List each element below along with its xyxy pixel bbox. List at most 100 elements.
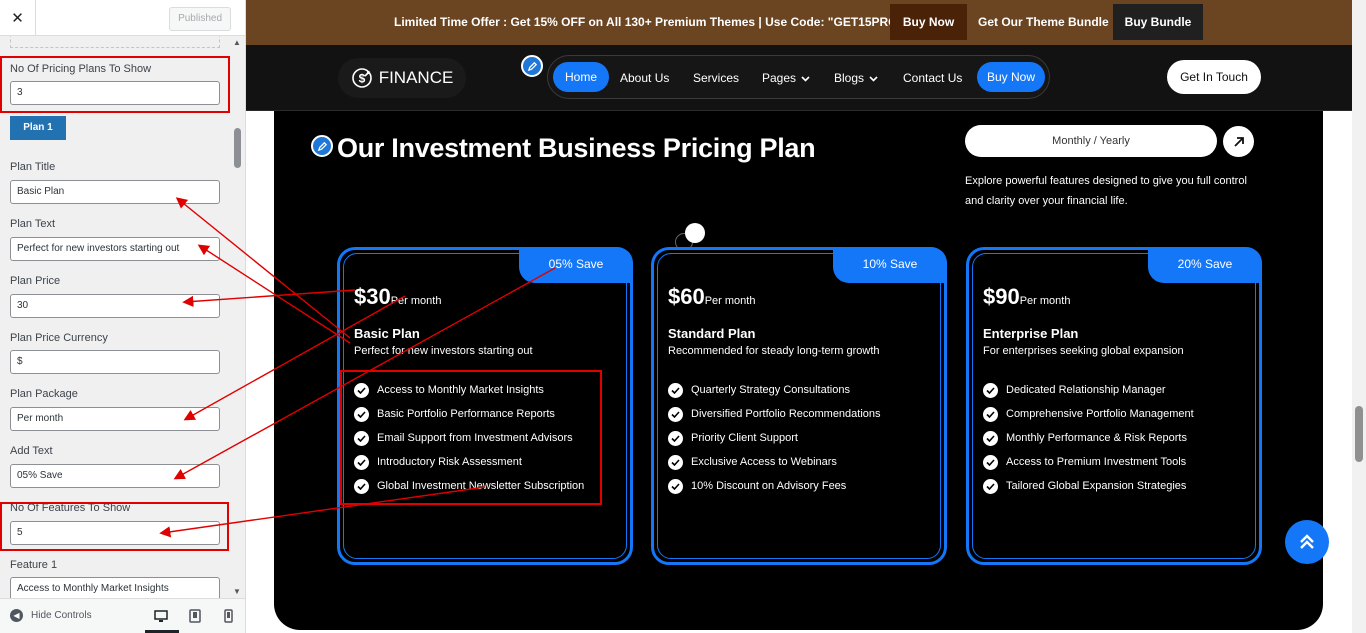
site-preview: Limited Time Offer : Get 15% OFF on All … xyxy=(246,0,1352,633)
feature-item: Dedicated Relationship Manager xyxy=(983,378,1194,402)
plan-text: Perfect for new investors starting out xyxy=(354,345,533,357)
preview-scrollbar[interactable] xyxy=(1352,0,1366,633)
price-amount: $30 xyxy=(354,284,391,309)
edit-pencil-icon[interactable] xyxy=(521,55,543,77)
plan-price-currency-label: Plan Price Currency xyxy=(10,332,108,344)
nav-pages[interactable]: Pages xyxy=(762,66,810,90)
customizer-header: ✕ Published xyxy=(0,0,245,36)
feature-text: Comprehensive Portfolio Management xyxy=(1006,408,1194,420)
save-tag: 10% Save xyxy=(833,247,947,283)
nav-home[interactable]: Home xyxy=(553,62,609,92)
promo-buy-now-button[interactable]: Buy Now xyxy=(890,4,967,40)
check-icon xyxy=(983,406,998,422)
customizer-footer: ◀ Hide Controls xyxy=(0,598,245,633)
plan-title-input[interactable]: Basic Plan xyxy=(10,180,220,204)
scroll-up-icon[interactable]: ▲ xyxy=(233,38,241,47)
annotation-box-features-count xyxy=(0,502,229,551)
feature-text: Priority Client Support xyxy=(691,432,798,444)
nav-services[interactable]: Services xyxy=(693,66,739,90)
hide-controls-icon: ◀ xyxy=(10,609,23,622)
pricing-card-enterprise: 20% Save $90Per month Enterprise Plan Fo… xyxy=(966,247,1262,565)
plan-package-label: Plan Package xyxy=(10,388,78,400)
nav-about-us[interactable]: About Us xyxy=(620,66,669,90)
customizer-controls: No Of Pricing Plans To Show 3 Plan 1 Pla… xyxy=(0,36,230,598)
feature-text: Monthly Performance & Risk Reports xyxy=(1006,432,1187,444)
plan-price-currency-input[interactable]: $ xyxy=(10,350,220,374)
feature-1-input[interactable]: Access to Monthly Market Insights xyxy=(10,577,220,598)
feature-text: Quarterly Strategy Consultations xyxy=(691,384,850,396)
check-icon xyxy=(983,382,998,398)
price-package: Per month xyxy=(704,295,756,307)
scroll-thumb[interactable] xyxy=(234,128,241,168)
nav-contact-us[interactable]: Contact Us xyxy=(903,66,962,90)
nav-pages-label: Pages xyxy=(762,71,797,85)
close-icon[interactable]: ✕ xyxy=(0,0,36,36)
check-icon xyxy=(983,454,998,470)
feature-item: Diversified Portfolio Recommendations xyxy=(668,402,881,426)
feature-text: Dedicated Relationship Manager xyxy=(1006,384,1166,396)
double-chevron-up-icon xyxy=(1300,534,1314,549)
check-icon xyxy=(668,478,683,494)
check-icon xyxy=(668,430,683,446)
plan-package-input[interactable]: Per month xyxy=(10,407,220,431)
price-amount: $60 xyxy=(668,284,705,309)
nav-blogs[interactable]: Blogs xyxy=(834,66,878,90)
feature-text: 10% Discount on Advisory Fees xyxy=(691,480,847,492)
pricing-title: Our Investment Business Pricing Plan xyxy=(337,133,816,163)
edit-pencil-icon[interactable] xyxy=(311,135,333,157)
feature-text: Tailored Global Expansion Strategies xyxy=(1006,480,1187,492)
add-text-input[interactable]: 05% Save xyxy=(10,464,220,488)
hide-controls-button[interactable]: ◀ Hide Controls xyxy=(10,609,92,622)
check-icon xyxy=(983,478,998,494)
mobile-icon[interactable] xyxy=(219,607,237,625)
desktop-icon[interactable] xyxy=(152,607,170,625)
pricing-card-standard: 10% Save $60Per month Standard Plan Reco… xyxy=(651,247,947,565)
feature-item: Comprehensive Portfolio Management xyxy=(983,402,1194,426)
plan-price: $90Per month xyxy=(983,284,1070,310)
site-logo[interactable]: $ FINANCE xyxy=(338,58,466,98)
save-tag: 20% Save xyxy=(1148,247,1262,283)
annotation-box-features xyxy=(340,370,602,505)
plan-text-label: Plan Text xyxy=(10,218,56,230)
feature-item: Tailored Global Expansion Strategies xyxy=(983,474,1194,498)
published-button[interactable]: Published xyxy=(169,7,231,31)
scroll-to-top-button[interactable] xyxy=(1285,520,1329,564)
nav-buy-now-button[interactable]: Buy Now xyxy=(977,62,1045,92)
feature-text: Diversified Portfolio Recommendations xyxy=(691,408,881,420)
feature-item: Exclusive Access to Webinars xyxy=(668,450,881,474)
buy-bundle-button[interactable]: Buy Bundle xyxy=(1113,4,1203,40)
finance-logo-icon: $ xyxy=(351,68,372,88)
chevron-down-icon xyxy=(869,76,878,82)
theme-bundle-link[interactable]: Get Our Theme Bundle xyxy=(978,15,1109,29)
arrow-up-right-icon[interactable] xyxy=(1223,126,1254,157)
plan-price-input[interactable]: 30 xyxy=(10,294,220,318)
plan-name: Standard Plan xyxy=(668,326,756,341)
feature-list: Dedicated Relationship Manager Comprehen… xyxy=(983,378,1194,498)
price-amount: $90 xyxy=(983,284,1020,309)
slider-dot[interactable] xyxy=(685,223,705,243)
feature-list: Quarterly Strategy Consultations Diversi… xyxy=(668,378,881,498)
chevron-down-icon xyxy=(801,76,810,82)
check-icon xyxy=(668,406,683,422)
feature-item: Access to Premium Investment Tools xyxy=(983,450,1194,474)
preview-scroll-thumb[interactable] xyxy=(1355,406,1363,462)
billing-toggle[interactable]: Monthly / Yearly xyxy=(965,125,1217,157)
feature-item: Quarterly Strategy Consultations xyxy=(668,378,881,402)
nav-blogs-label: Blogs xyxy=(834,71,865,85)
scroll-down-icon[interactable]: ▼ xyxy=(233,587,241,596)
check-icon xyxy=(668,382,683,398)
pricing-description: Explore powerful features designed to gi… xyxy=(965,175,1247,207)
get-in-touch-button[interactable]: Get In Touch xyxy=(1167,60,1261,94)
customizer-scrollbar[interactable]: ▲ ▼ xyxy=(231,36,245,598)
price-package: Per month xyxy=(390,295,442,307)
plan-name: Basic Plan xyxy=(354,326,420,341)
svg-text:$: $ xyxy=(358,72,365,86)
previous-control-box xyxy=(10,36,220,48)
tablet-icon[interactable] xyxy=(186,607,204,625)
customizer-panel: ✕ Published No Of Pricing Plans To Show … xyxy=(0,0,246,633)
plan-text-input[interactable]: Perfect for new investors starting out xyxy=(10,237,220,261)
hide-controls-label: Hide Controls xyxy=(31,610,92,621)
promo-text: Limited Time Offer : Get 15% OFF on All … xyxy=(394,15,904,29)
plan-text: For enterprises seeking global expansion xyxy=(983,345,1184,357)
plan-1-tab[interactable]: Plan 1 xyxy=(10,116,66,140)
